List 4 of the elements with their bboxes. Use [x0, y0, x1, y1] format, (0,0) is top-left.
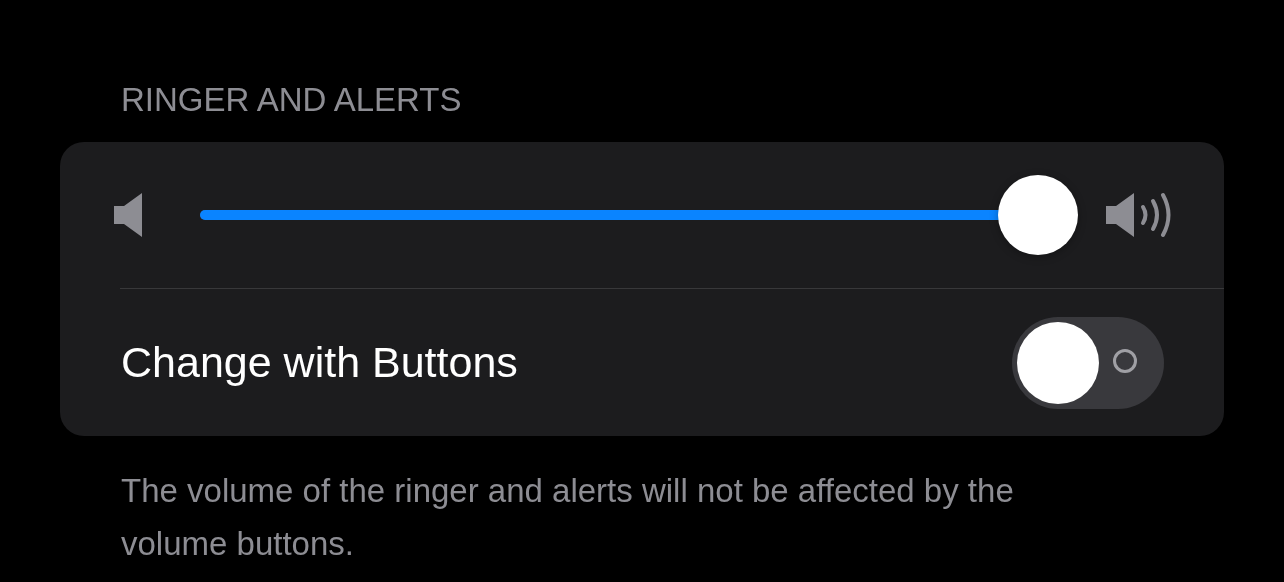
footer-text: The volume of the ringer and alerts will not be affected by the volume buttons. [120, 471, 1015, 564]
setting-label: Change with Buttons [121, 338, 518, 387]
off-indicator-icon [1113, 348, 1137, 373]
section-header: RINGER AND ALERTS [120, 80, 463, 120]
